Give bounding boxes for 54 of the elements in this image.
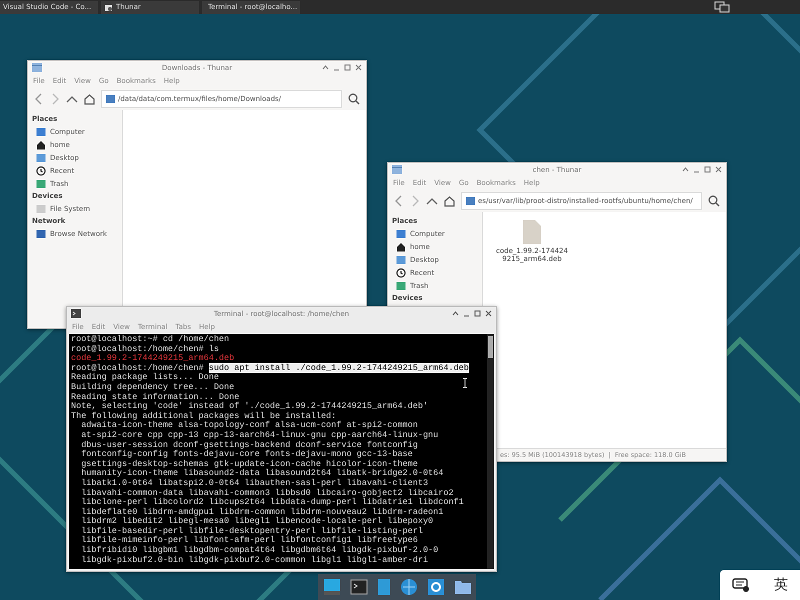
- terminal-line: libdrm2 libedit2 libegl-mesa0 libegl1 libencode-locale-perl libepoxy0: [80, 516, 434, 526]
- search-icon[interactable]: [708, 195, 720, 207]
- terminal-line: dbus-user-session dconf-gsettings-backend dconf-service fontconfig: [80, 440, 418, 450]
- back-icon[interactable]: [394, 195, 404, 207]
- terminal-line: Note, selecting 'code' instead of './code_1.99.2-1744249215_arm64.deb': [71, 401, 428, 412]
- terminal-line: libgdk-pixbuf2.0-bin libgdk-pixbuf2.0-common libgl1 libgl1-amber-dri: [80, 554, 428, 565]
- terminal-line: root@localhost:/home/chen#: [71, 362, 205, 373]
- terminal-line: The following additional packages will be installed:: [71, 410, 336, 421]
- terminal-line: Reading package lists... Done: [71, 372, 219, 382]
- terminal-line: humanity-icon-theme libasound2-data libasound2t64 libatk-bridge2.0-0t64: [80, 468, 444, 478]
- terminal-line: adwaita-icon-theme alsa-topology-conf alsa-ucm-conf at-spi2-common: [80, 420, 418, 430]
- terminal-line: libavahi-common-data libavahi-common3 libbsd0 libcairo-gobject2 libcairo2: [80, 488, 454, 498]
- close-icon[interactable]: [355, 64, 362, 71]
- keyboard-icon[interactable]: [732, 578, 750, 592]
- text-cursor-icon: [462, 378, 468, 388]
- close-icon[interactable]: [715, 166, 722, 173]
- terminal-line: libdeflate0 libdrm-amdgpu1 libdrm-common libdrm-nouveau2 libdrm-radeon1: [80, 506, 444, 517]
- restore-icon[interactable]: [474, 310, 481, 317]
- terminal-line: at-spi2-core cpp cpp-13 cpp-13-aarch64-linux-gnu cpp-aarch64-linux-gnu: [80, 430, 438, 440]
- terminal-line: fontconfig-config fonts-dejavu-core fonts-dejavu-mono gcc-13-base: [80, 449, 413, 460]
- terminal-line: libfribidi0 libgbm1 libgdbm-compat4t64 libgdbm6t64 libgdk-pixbuf-2.0-0: [80, 545, 438, 556]
- close-icon[interactable]: [485, 310, 492, 317]
- up-icon[interactable]: [426, 196, 438, 206]
- clock-icon: [396, 268, 406, 278]
- terminal-line: Reading state information... Done: [71, 392, 240, 402]
- maximize-icon[interactable]: [682, 166, 689, 173]
- clock-icon: [36, 166, 46, 176]
- terminal-icon[interactable]: [350, 578, 368, 596]
- terminal-line: libfile-basedir-perl libfile-desktopentry-perl libfile-listing-perl: [80, 526, 423, 536]
- terminal-line: libclone-perl libcolord2 libcups2t64 libdata-dump-perl libdatrie1 libdconf1: [80, 497, 464, 508]
- maximize-icon[interactable]: [322, 64, 329, 71]
- selected-text: sudo apt install ./code_1.99.2-1744249215_arm64.deb: [208, 362, 469, 373]
- search-icon[interactable]: [348, 93, 360, 105]
- home-icon[interactable]: [444, 196, 455, 206]
- back-icon[interactable]: [34, 93, 44, 105]
- terminal-line: libfile-mimeinfo-perl libfont-afm-perl libfontconfig1 libfreetype6: [80, 535, 418, 546]
- restore-icon[interactable]: [344, 64, 351, 71]
- terminal-line: libatk1.0-0t64 libatspi2.0-0t64 libauthen-sasl-perl libavahi-client3: [80, 478, 428, 488]
- up-icon[interactable]: [66, 94, 78, 104]
- terminal-line: Building dependency tree... Done: [71, 382, 234, 392]
- terminal-line: gsettings-desktop-schemas gtk-update-icon-cache hicolor-icon-theme: [80, 458, 418, 469]
- globe-icon[interactable]: [400, 578, 418, 596]
- maximize-icon[interactable]: [452, 310, 459, 317]
- input-language[interactable]: 英: [774, 576, 788, 594]
- windows-icon[interactable]: [714, 1, 730, 13]
- home-icon: [396, 242, 406, 252]
- terminal-line: root@localhost:/home/chen# ls: [71, 344, 219, 354]
- home-icon[interactable]: [84, 94, 95, 104]
- terminal-line: root@localhost:~# cd /home/chen: [71, 334, 230, 344]
- terminal-line: code_1.99.2-1744249215_arm64.deb: [71, 353, 234, 364]
- restore-icon[interactable]: [704, 166, 711, 173]
- terminal-icon: [71, 309, 81, 318]
- scrollbar[interactable]: [487, 334, 494, 569]
- home-icon: [36, 140, 46, 150]
